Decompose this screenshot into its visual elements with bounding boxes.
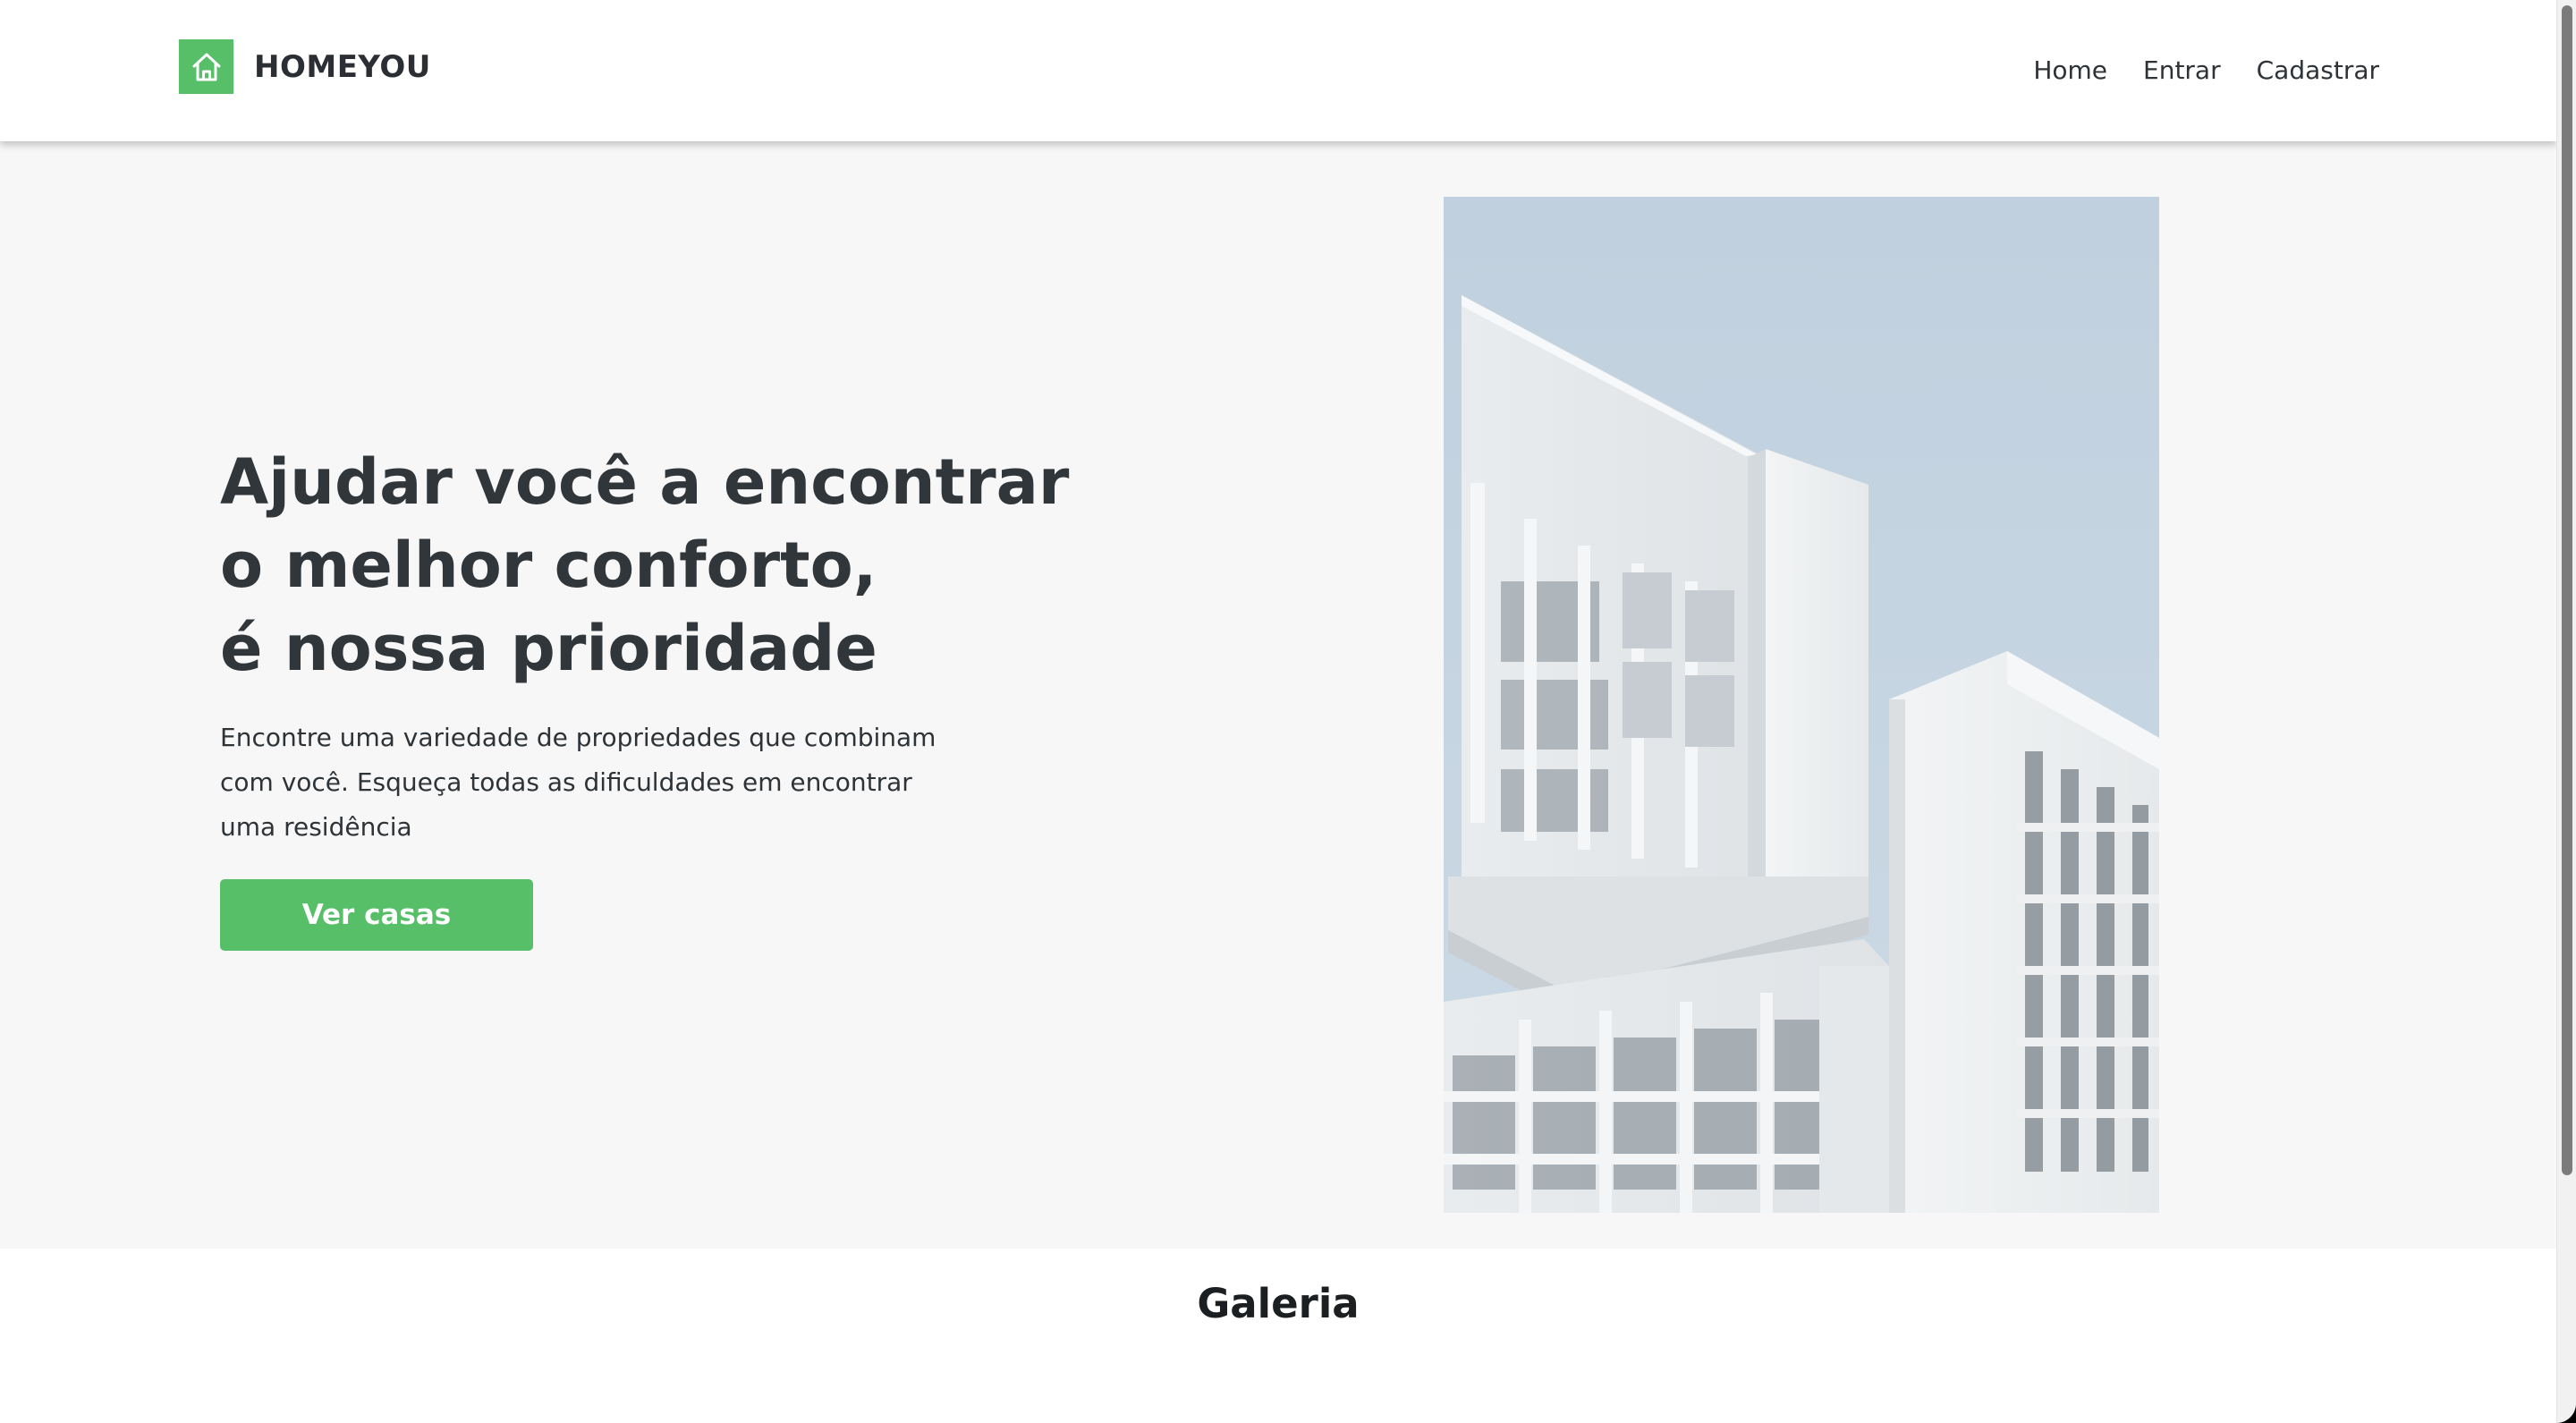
nav-register-link[interactable]: Cadastrar [2257, 52, 2379, 89]
hero-section: Ajudar você a encontrar o melhor confort… [0, 141, 2556, 1249]
main-nav: Home Entrar Cadastrar [2033, 52, 2379, 89]
hero-headline-line: é nossa prioridade [220, 612, 877, 685]
building-image [1444, 197, 2159, 1213]
scrollbar-thumb[interactable] [2562, 5, 2572, 1175]
hero-headline-line: Ajudar você a encontrar [220, 445, 1070, 519]
gallery-section: Galeria [0, 1249, 2556, 1423]
vertical-scrollbar[interactable] [2556, 0, 2576, 1423]
nav-home-link[interactable]: Home [2033, 52, 2107, 89]
house-icon[interactable] [179, 39, 233, 94]
hero-headline: Ajudar você a encontrar o melhor confort… [220, 441, 1114, 690]
hero-description: Encontre uma variedade de propriedades q… [220, 723, 936, 842]
hero-headline-line: o melhor conforto, [220, 529, 877, 602]
nav-login-link[interactable]: Entrar [2143, 52, 2221, 89]
view-houses-button[interactable]: Ver casas [220, 879, 533, 951]
page: HOMEYOU Home Entrar Cadastrar Ajudar voc… [0, 0, 2576, 1423]
site-header: HOMEYOU Home Entrar Cadastrar [0, 0, 2556, 141]
gallery-title: Galeria [1197, 1280, 1360, 1327]
brand-name[interactable]: HOMEYOU [254, 47, 431, 88]
